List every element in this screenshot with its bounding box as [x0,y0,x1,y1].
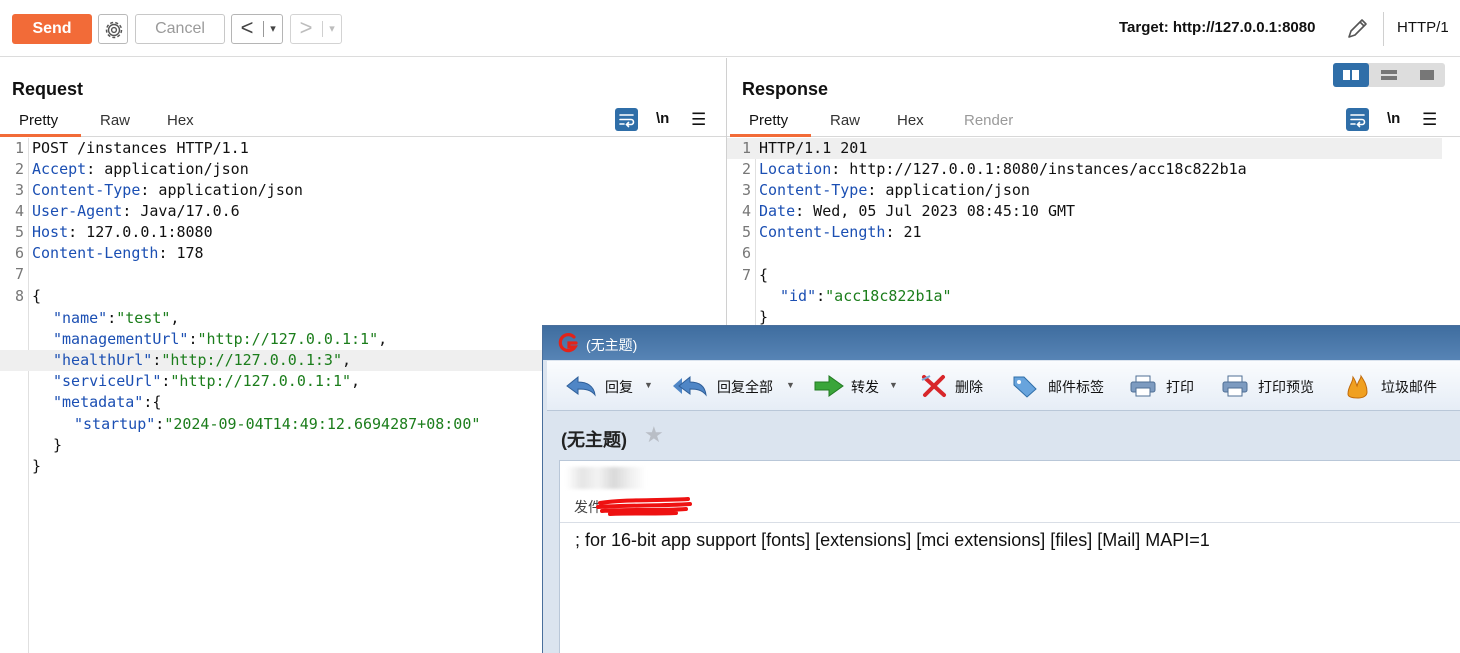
word-wrap-icon[interactable] [615,108,638,131]
layout-stacked-button[interactable] [1371,63,1407,87]
word-wrap-icon[interactable] [1346,108,1369,131]
back-arrow-icon[interactable]: < [232,15,262,43]
forward-history-dropdown[interactable]: ▾ [324,15,340,43]
settings-button[interactable] [98,14,128,44]
send-button[interactable]: Send [12,14,92,44]
active-tab-indicator [730,134,811,137]
nav-separator [322,21,323,37]
tab-hex[interactable]: Hex [897,112,924,129]
chevron-down-icon: ▼ [786,380,795,390]
mail-body-text: ; for 16-bit app support [fonts] [extens… [575,530,1210,550]
chevron-down-icon: ▼ [889,380,898,390]
code-line-highlighted: 1 HTTP/1.1 201 [727,138,1442,159]
star-icon[interactable]: ★ [644,422,664,448]
print-icon [1130,375,1156,397]
code-line: 2 Accept: application/json [14,160,249,178]
code-line: 4 Date: Wed, 05 Jul 2023 08:45:10 GMT [741,202,1076,220]
menu-icon[interactable]: ☰ [1422,110,1437,130]
json-line: "id":"acc18c822b1a" [780,287,952,305]
forward-arrow-icon[interactable]: > [291,15,321,43]
code-line: 7 [14,265,24,283]
target-label[interactable]: Target: http://127.0.0.1:8080 [1119,19,1315,36]
tab-pretty[interactable]: Pretty [749,112,788,129]
forward-icon [814,375,844,397]
layout-side-by-side-button[interactable] [1333,63,1369,87]
code-line: 3 Content-Type: application/json [741,181,1030,199]
mail-header-divider [560,522,1460,523]
back-nav-group[interactable]: < ▾ [231,14,283,44]
gear-icon [105,21,123,39]
tab-raw[interactable]: Raw [830,112,860,129]
tab-render[interactable]: Render [964,112,1013,129]
mail-titlebar[interactable]: (无主题) [543,326,1460,360]
cancel-button[interactable]: Cancel [135,14,225,44]
mail-subject: (无主题) [561,430,627,450]
newline-toggle-icon[interactable]: \n [1387,110,1400,127]
active-tab-indicator [0,134,81,137]
mail-app-logo-icon [558,333,578,353]
repeater-toolbar: Send Cancel < ▾ > ▾ Target: http://127.0… [0,0,1460,57]
toolbar-divider [1383,12,1384,46]
request-title: Request [12,79,84,99]
back-history-dropdown[interactable]: ▾ [265,15,281,43]
reply-icon [566,375,596,397]
reply-all-icon [673,375,707,397]
mail-toolbar: 回复 ▼ 回复全部 ▼ 转发 ▼ 删除 邮件标签 打印 打印预览 垃圾邮件 [547,361,1460,411]
layout-toggle [1333,63,1445,87]
spam-icon [1347,374,1368,399]
layout-tabbed-button[interactable] [1409,63,1445,87]
tag-icon [1013,376,1037,398]
code-line: 6 [741,244,751,262]
menu-icon[interactable]: ☰ [691,110,706,130]
mail-content-area: 发件 ; for 16-bit app support [fonts] [ext… [559,460,1460,653]
redaction-scribble [596,497,692,516]
code-line: 7{ [741,266,769,284]
chevron-down-icon: ▼ [644,380,653,390]
tab-pretty[interactable]: Pretty [19,112,58,129]
delete-icon [921,375,946,397]
code-line: 2 Location: http://127.0.0.1:8080/instanc… [741,160,1247,178]
print-preview-icon [1222,375,1248,397]
mail-viewer-window: (无主题) 回复 ▼ 回复全部 ▼ 转发 ▼ 删除 邮件标签 打印 打印预览 垃… [542,325,1460,653]
newline-toggle-icon[interactable]: \n [656,110,669,127]
response-title: Response [742,79,829,99]
tab-hex[interactable]: Hex [167,112,194,129]
code-line: 4 User-Agent: Java/17.0.6 [14,202,240,220]
sender-avatar-blurred [566,467,646,489]
mail-window-title: (无主题) [586,337,638,353]
code-line: 1 POST /instances HTTP/1.1 [14,139,249,157]
forward-nav-group[interactable]: > ▾ [290,14,342,44]
code-line: 3 Content-Type: application/json [14,181,303,199]
code-line: 5 Host: 127.0.0.1:8080 [14,223,213,241]
code-line: 5 Content-Length: 21 [741,223,922,241]
code-line: 8{ [14,287,42,305]
http-version-selector[interactable]: HTTP/1 [1397,19,1449,36]
code-line: 6 Content-Length: 178 [14,244,204,262]
nav-separator [263,21,264,37]
pencil-icon[interactable] [1344,16,1370,42]
tab-raw[interactable]: Raw [100,112,130,129]
